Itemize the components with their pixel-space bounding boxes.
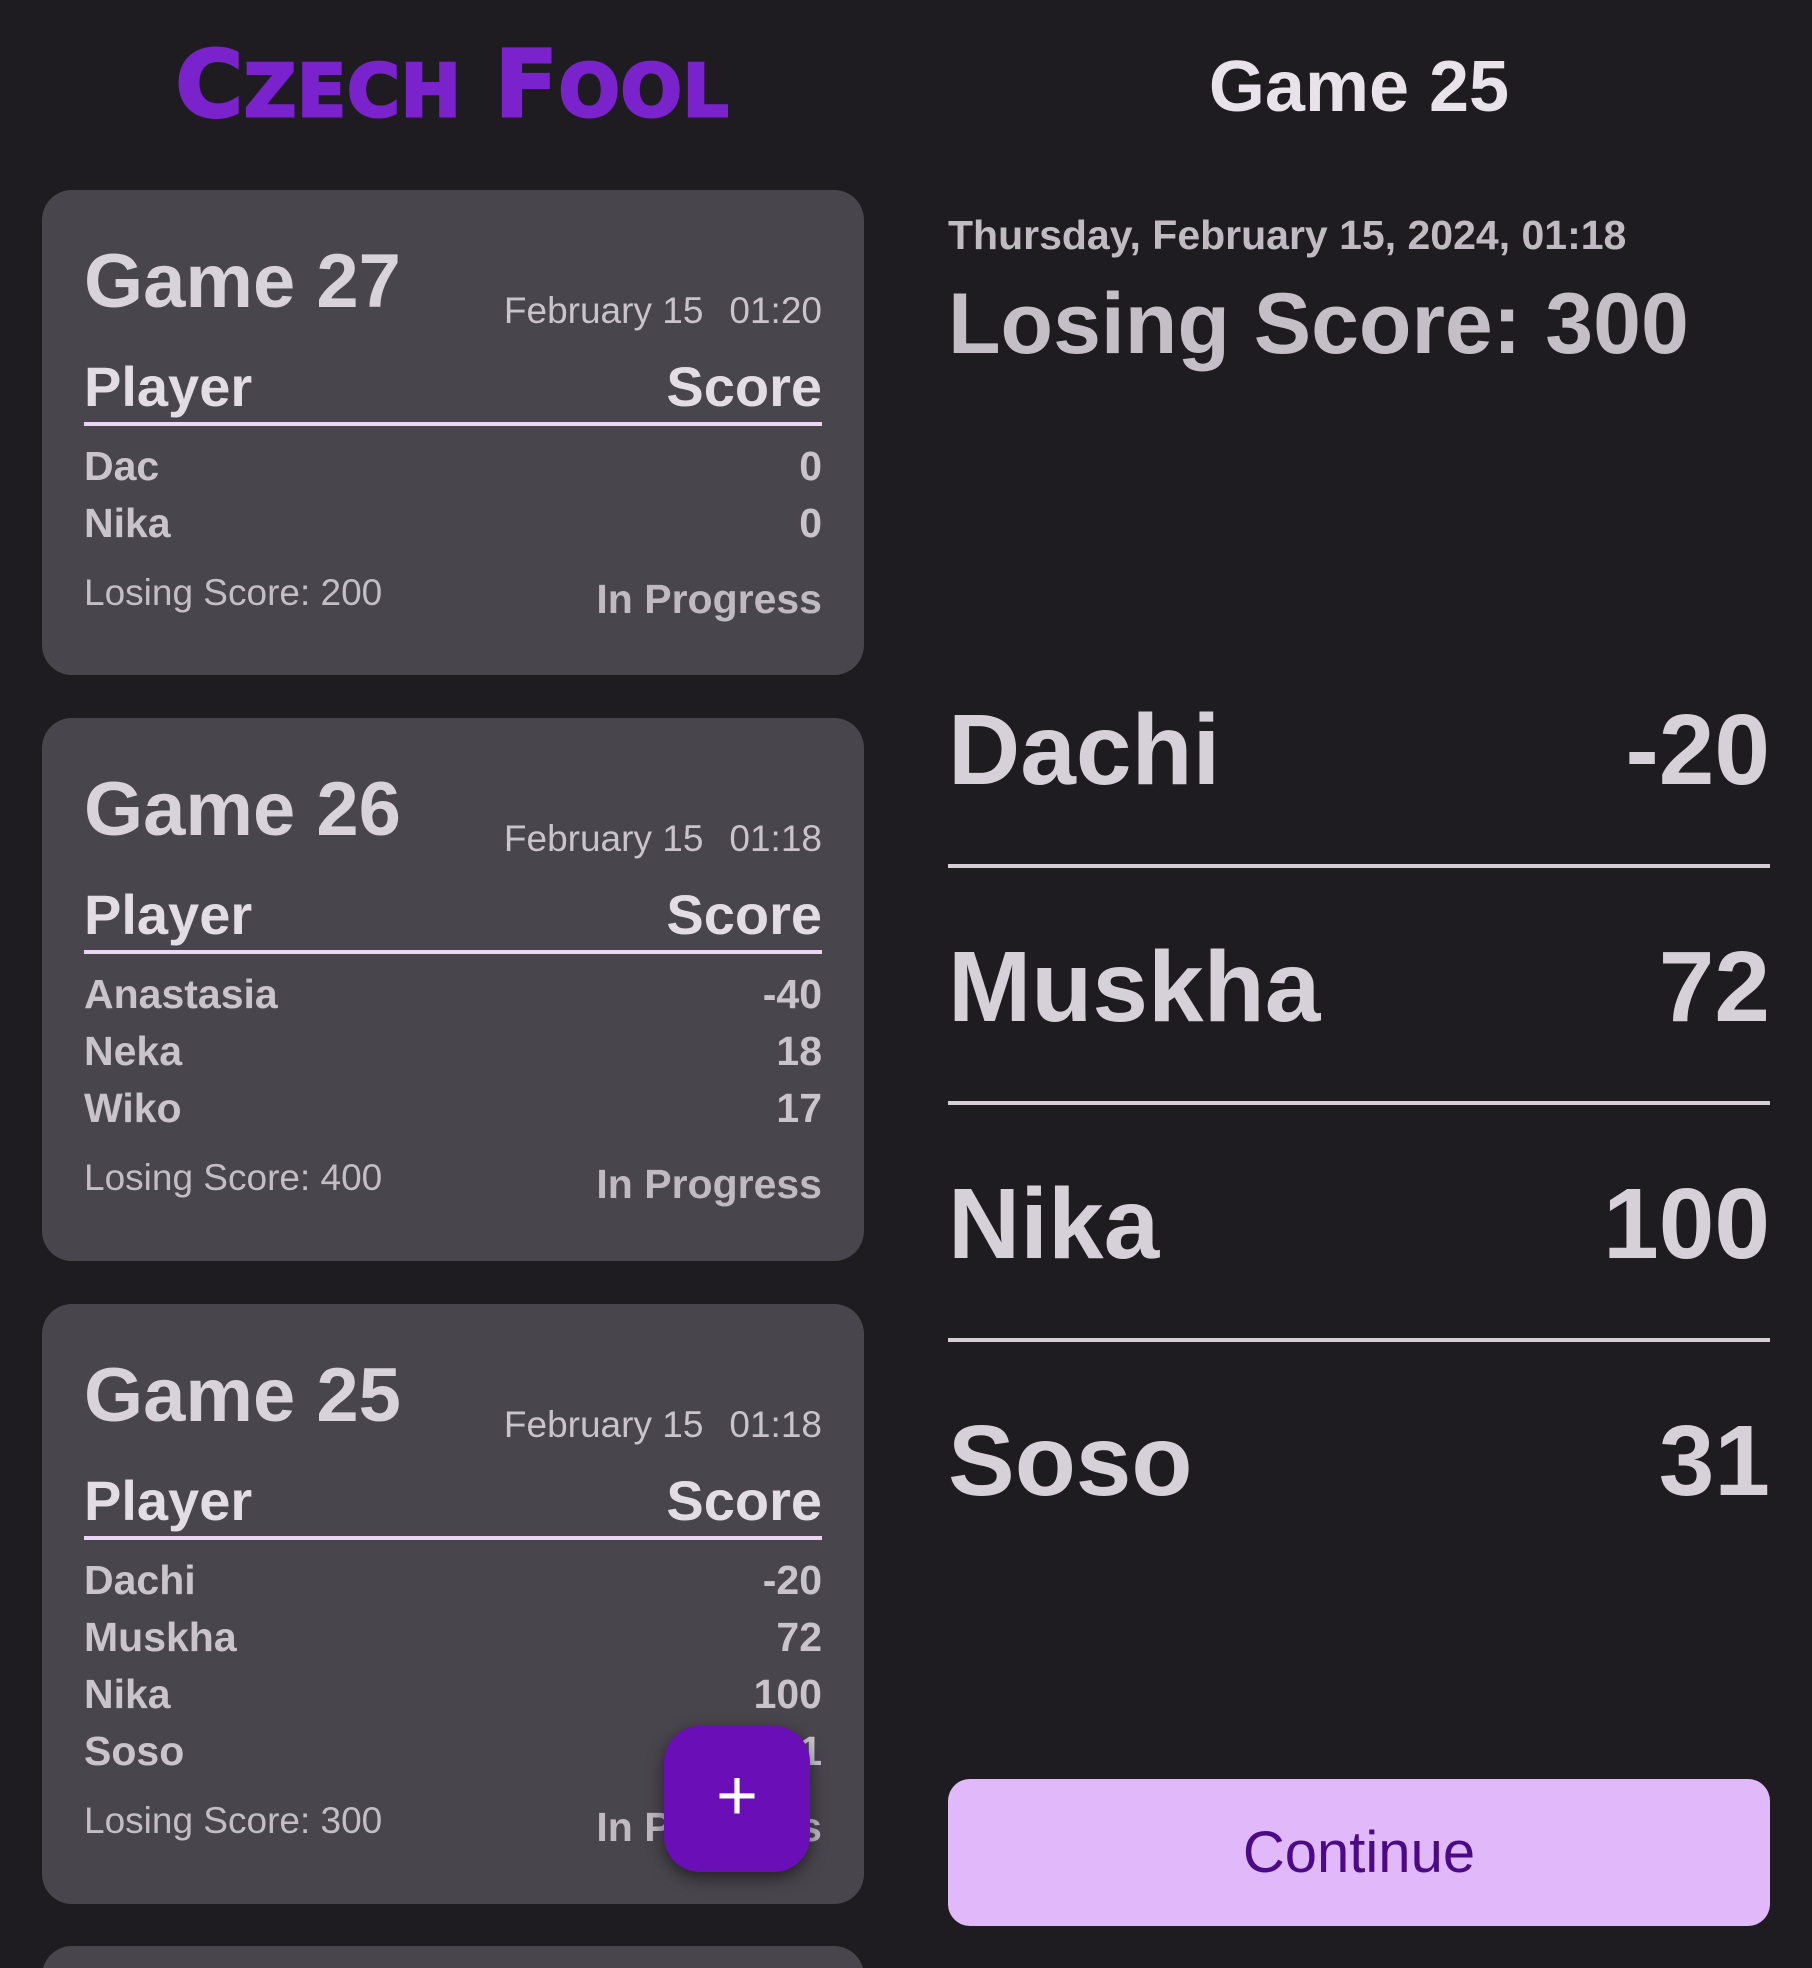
player-row: Nika 0 bbox=[84, 495, 822, 552]
detail-player-row: Dachi -20 bbox=[948, 632, 1770, 868]
game-card-date-time: 01:20 bbox=[729, 290, 822, 331]
detail-player-row: Nika 100 bbox=[948, 1106, 1770, 1342]
player-row: Neka 18 bbox=[84, 1023, 822, 1080]
game-card-27[interactable]: Game 27 February 15 01:20 Player Score Da… bbox=[42, 190, 864, 675]
player-score: 17 bbox=[776, 1085, 822, 1131]
player-score: -40 bbox=[762, 971, 822, 1017]
player-score: 0 bbox=[799, 443, 822, 489]
game-card-date: February 15 01:20 bbox=[504, 290, 822, 332]
player-name: Dac bbox=[84, 443, 160, 489]
player-row: Muskha 72 bbox=[84, 1609, 822, 1666]
game-card-title: Game 26 bbox=[84, 767, 401, 852]
player-row: Dachi -20 bbox=[84, 1552, 822, 1609]
detail-datetime: Thursday, February 15, 2024, 01:18 bbox=[948, 212, 1627, 258]
game-card-date-day: February 15 bbox=[503, 290, 704, 331]
player-name: Nika bbox=[84, 500, 171, 546]
status-label: In Progress bbox=[596, 576, 822, 622]
column-score: Score bbox=[666, 883, 822, 946]
player-name: Dachi bbox=[84, 1557, 196, 1603]
player-score: 100 bbox=[753, 1671, 822, 1717]
detail-player-row: Muskha 72 bbox=[948, 869, 1770, 1105]
detail-player-score: 31 bbox=[1658, 1405, 1770, 1517]
game-card-date-time: 01:18 bbox=[729, 818, 822, 859]
game-card-rows: Anastasia -40 Neka 18 Wiko 17 bbox=[84, 954, 822, 1137]
losing-score: Losing Score: 400 bbox=[84, 1157, 383, 1198]
player-row: Anastasia -40 bbox=[84, 966, 822, 1023]
detail-player-name: Nika bbox=[948, 1168, 1160, 1280]
detail-player-score: 72 bbox=[1658, 931, 1770, 1043]
detail-player-name: Soso bbox=[948, 1405, 1193, 1517]
game-card-date-day: February 15 bbox=[503, 1404, 704, 1445]
plus-icon: + bbox=[715, 1756, 759, 1836]
player-name: Neka bbox=[84, 1028, 183, 1074]
player-name: Muskha bbox=[84, 1614, 237, 1660]
column-score: Score bbox=[666, 1469, 822, 1532]
column-player: Player bbox=[84, 883, 253, 946]
detail-player-name: Dachi bbox=[948, 694, 1221, 806]
detail-player-row: Soso 31 bbox=[948, 1343, 1770, 1579]
status-label: In Progress bbox=[596, 1161, 822, 1207]
game-card-title: Game 25 bbox=[84, 1353, 401, 1438]
player-row: Dac 0 bbox=[84, 438, 822, 495]
losing-score: Losing Score: 200 bbox=[84, 572, 383, 613]
game-card-title: Game 27 bbox=[84, 239, 401, 324]
app-title: CZECH FOOL bbox=[174, 30, 730, 140]
game-card-26[interactable]: Game 26 February 15 01:18 Player Score An… bbox=[42, 718, 864, 1261]
column-player: Player bbox=[84, 355, 253, 418]
game-card-columns: Player Score bbox=[84, 1466, 822, 1540]
losing-score: Losing Score: 300 bbox=[84, 1800, 383, 1841]
player-row: Nika 100 bbox=[84, 1666, 822, 1723]
game-card-date-day: February 15 bbox=[503, 818, 704, 859]
column-score: Score bbox=[666, 355, 822, 418]
player-score: -20 bbox=[762, 1557, 822, 1603]
game-card-rows: Dac 0 Nika 0 bbox=[84, 426, 822, 552]
player-score: 72 bbox=[776, 1614, 822, 1660]
player-name: Soso bbox=[84, 1728, 185, 1774]
player-name: Wiko bbox=[84, 1085, 182, 1131]
continue-button[interactable]: Continue bbox=[948, 1779, 1770, 1926]
detail-header: Game 25 bbox=[1208, 47, 1510, 127]
game-card-columns: Player Score bbox=[84, 352, 822, 426]
player-score: 0 bbox=[799, 500, 822, 546]
detail-player-score: -20 bbox=[1625, 694, 1770, 806]
player-row: Wiko 17 bbox=[84, 1080, 822, 1137]
add-game-button[interactable]: + bbox=[664, 1726, 810, 1872]
game-card-date: February 15 01:18 bbox=[504, 818, 822, 860]
game-card-24[interactable] bbox=[42, 1946, 864, 1968]
game-card-date-time: 01:18 bbox=[729, 1404, 822, 1445]
game-card-date: February 15 01:18 bbox=[504, 1404, 822, 1446]
player-name: Anastasia bbox=[84, 971, 278, 1017]
detail-player-name: Muskha bbox=[948, 931, 1321, 1043]
detail-player-score: 100 bbox=[1603, 1168, 1770, 1280]
player-score: 18 bbox=[776, 1028, 822, 1074]
player-name: Nika bbox=[84, 1671, 171, 1717]
column-player: Player bbox=[84, 1469, 253, 1532]
detail-losing-score: Losing Score: 300 bbox=[948, 276, 1689, 372]
game-card-columns: Player Score bbox=[84, 880, 822, 954]
